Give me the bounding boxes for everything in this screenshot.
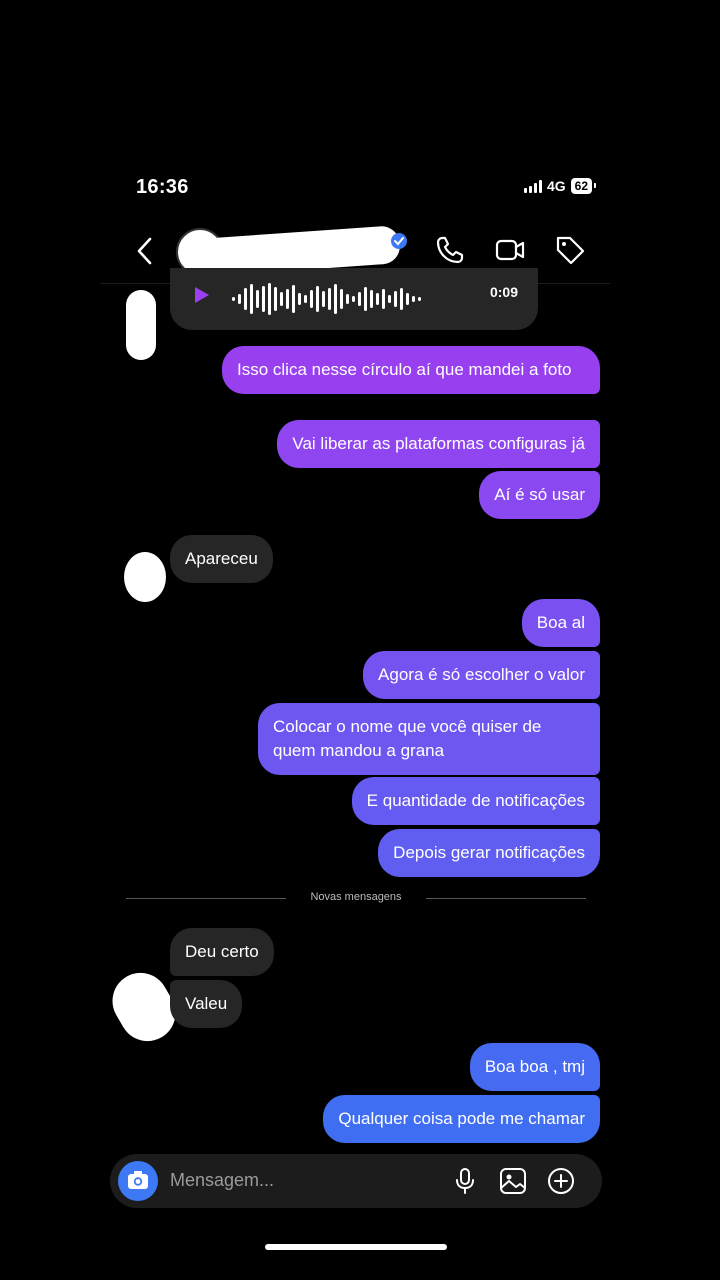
signal-icon: [523, 179, 542, 193]
message-text: Depois gerar notificações: [393, 843, 585, 862]
waveform-bar: [256, 290, 259, 308]
message-bubble-out[interactable]: Agora é só escolher o valor: [363, 651, 600, 699]
waveform-bar: [286, 289, 289, 309]
message-bubble-out[interactable]: Aí é só usar: [479, 471, 600, 519]
message-text: Apareceu: [185, 549, 258, 568]
message-text: Agora é só escolher o valor: [378, 665, 585, 684]
waveform-bar: [310, 290, 313, 308]
message-bubble-in[interactable]: Deu certo: [170, 928, 274, 976]
voice-duration: 0:09: [489, 284, 518, 300]
tag-icon[interactable]: [554, 234, 586, 266]
waveform-bar: [250, 284, 253, 314]
message-bubble-out[interactable]: Isso clica nesse círculo aí que mandei a…: [222, 346, 600, 394]
voice-message[interactable]: 0:09: [170, 268, 538, 330]
waveform-bar: [238, 294, 241, 304]
waveform-bar: [268, 283, 271, 315]
camera-icon: [128, 1171, 148, 1189]
message-bubble-out[interactable]: Depois gerar notificações: [378, 829, 600, 877]
back-icon[interactable]: [130, 236, 160, 266]
waveform-bar: [274, 287, 277, 311]
waveform-bar: [376, 293, 379, 305]
battery-level: 62: [570, 178, 597, 194]
message-text: Boa boa , tmj: [484, 1057, 585, 1076]
network-type: 4G: [546, 178, 566, 194]
sender-avatar-redacted: [126, 290, 156, 360]
waveform-bar: [394, 291, 397, 307]
waveform-bar: [346, 294, 349, 304]
waveform-bar: [328, 288, 331, 310]
waveform-bar: [232, 297, 235, 301]
message-text: E quantidade de notificações: [366, 791, 585, 810]
status-time: 16:36: [136, 176, 189, 198]
waveform-bar: [352, 296, 355, 302]
status-indicators: 4G 62: [523, 178, 597, 194]
waveform-bar: [280, 292, 283, 306]
waveform-bar: [418, 297, 421, 301]
waveform-bar: [400, 288, 403, 310]
status-bar: 16:36 4G 62: [136, 172, 597, 202]
waveform-bar: [364, 287, 367, 311]
waveform-bar: [322, 291, 325, 307]
waveform-bar: [388, 295, 391, 303]
message-text: Qualquer coisa pode me chamar: [338, 1109, 585, 1128]
play-icon[interactable]: [194, 286, 210, 304]
message-bubble-out[interactable]: Vai liberar as plataformas configuras já: [277, 420, 600, 468]
divider-label: Novas mensagens: [310, 891, 402, 903]
new-messages-divider: Novas mensagens: [126, 889, 586, 909]
message-bubble-in[interactable]: Apareceu: [170, 535, 273, 583]
message-text: Deu certo: [185, 942, 259, 961]
message-text: Isso clica nesse círculo aí que mandei a…: [237, 360, 572, 379]
waveform-bar: [304, 295, 307, 303]
verified-icon: [391, 233, 407, 249]
message-text: Colocar o nome que você quiser de quem m…: [273, 717, 542, 760]
microphone-icon[interactable]: [450, 1166, 480, 1196]
waveform-bar: [298, 293, 301, 305]
waveform-bar: [358, 292, 361, 306]
waveform-bar: [334, 284, 337, 314]
gallery-icon[interactable]: [498, 1166, 528, 1196]
waveform-bar: [292, 285, 295, 313]
camera-button[interactable]: [118, 1161, 158, 1201]
waveform-bar: [340, 289, 343, 309]
waveform-bar: [370, 290, 373, 308]
sender-avatar-redacted: [124, 552, 166, 602]
waveform-bar: [262, 286, 265, 312]
message-text: Vai liberar as plataformas configuras já: [292, 434, 585, 453]
message-bubble-in[interactable]: Valeu: [170, 980, 243, 1028]
phone-icon[interactable]: [434, 234, 466, 266]
message-input[interactable]: Mensagem...: [170, 1170, 274, 1191]
plus-icon[interactable]: [546, 1166, 576, 1196]
home-indicator: [265, 1244, 447, 1250]
waveform-bar: [316, 286, 319, 312]
message-bubble-out[interactable]: Qualquer coisa pode me chamar: [323, 1095, 600, 1143]
waveform-bar: [382, 289, 385, 309]
message-bubble-out[interactable]: E quantidade de notificações: [351, 777, 600, 825]
message-bubble-out[interactable]: Colocar o nome que você quiser de quem m…: [258, 703, 600, 775]
waveform-bar: [406, 293, 409, 305]
message-bubble-out[interactable]: Boa al: [521, 599, 600, 647]
message-text: Aí é só usar: [494, 485, 585, 504]
message-text: Valeu: [185, 994, 228, 1013]
audio-waveform: [232, 282, 421, 316]
video-icon[interactable]: [494, 234, 526, 266]
message-composer: Mensagem...: [110, 1154, 602, 1208]
message-bubble-out[interactable]: Boa boa , tmj: [469, 1043, 600, 1091]
waveform-bar: [412, 296, 415, 302]
message-text: Boa al: [536, 613, 585, 632]
waveform-bar: [244, 288, 247, 310]
